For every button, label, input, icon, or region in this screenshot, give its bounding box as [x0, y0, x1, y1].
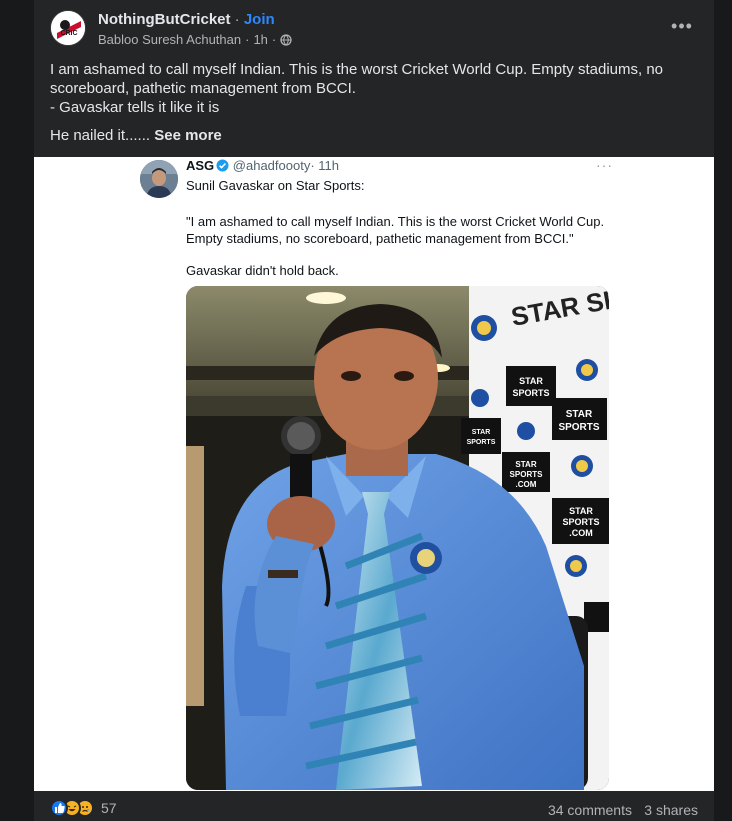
join-button[interactable]: Join: [244, 11, 275, 28]
post-text-line-1: I am ashamed to call myself Indian. This…: [50, 61, 664, 97]
reaction-count: 57: [101, 800, 117, 816]
post-text-line-2: - Gavaskar tells it like it is: [50, 99, 220, 116]
post-meta: Babloo Suresh Achuthan · 1h ·: [98, 32, 292, 47]
logo-d-line3: .COM: [516, 480, 537, 489]
post-footer: 57 34 comments 3 shares: [34, 791, 714, 821]
logo-b-line2: SPORTS: [467, 439, 496, 446]
tweet-line-1: Sunil Gavaskar on Star Sports:: [186, 178, 365, 193]
logo-a-line2: SPORTS: [512, 388, 549, 398]
post-text-line-3-wrap: He nailed it...... See more: [50, 126, 690, 145]
logo-e-line1: STAR: [569, 506, 593, 516]
logo-e-line2: SPORTS: [562, 517, 599, 527]
shares-link[interactable]: 3 shares: [644, 802, 698, 818]
like-icon: [50, 799, 68, 817]
post-body: I am ashamed to call myself Indian. This…: [50, 60, 690, 145]
meta-separator-2: ·: [271, 32, 277, 47]
globe-icon: [280, 33, 292, 46]
tweet-author-name: ASG: [186, 158, 215, 173]
post-time[interactable]: 1h: [253, 32, 267, 47]
avatar-logo-text: CRIC: [60, 30, 77, 37]
logo-e-line3: .COM: [569, 528, 593, 538]
logo-d-line1: STAR: [515, 460, 536, 469]
tweet-header: ASG @ahadfoooty· 11h: [186, 158, 339, 173]
see-more-button[interactable]: See more: [154, 127, 222, 144]
verified-icon: [216, 159, 229, 172]
tweet-handle: @ahadfoooty: [232, 158, 311, 173]
post-text-line-3: He nailed it......: [50, 127, 151, 144]
logo-c-line1: STAR: [566, 409, 593, 420]
more-options-button[interactable]: •••: [668, 16, 696, 40]
tweet-time: · 11h: [310, 158, 339, 173]
meta-separator: ·: [245, 32, 250, 47]
page-name-link[interactable]: NothingButCricket: [98, 11, 231, 28]
left-gutter: [0, 0, 34, 821]
reactions-summary[interactable]: 57: [50, 799, 117, 817]
tweet-more-icon: ···: [596, 157, 613, 173]
name-separator: ·: [230, 11, 244, 28]
post-header: CRIC NothingButCricket · Join Babloo Sur…: [34, 0, 714, 58]
tweet-quote: "I am ashamed to call myself Indian. Thi…: [186, 214, 605, 246]
tweet-photo: STAR SPO STAR SPORTS STAR SPORTS STAR SP…: [186, 286, 609, 790]
post-image[interactable]: ASG @ahadfoooty· 11h ··· Sunil Gavaskar …: [34, 157, 714, 791]
tweet-avatar: [140, 160, 178, 198]
author-name[interactable]: Babloo Suresh Achuthan: [98, 32, 241, 47]
logo-d-line2: SPORTS: [510, 470, 544, 479]
logo-a-line1: STAR: [519, 376, 543, 386]
right-gutter: [714, 0, 732, 821]
logo-c-line2: SPORTS: [558, 422, 599, 433]
page-name-line: NothingButCricket · Join: [98, 11, 275, 28]
logo-b-line1: STAR: [472, 429, 491, 436]
tweet-line-3: Gavaskar didn't hold back.: [186, 263, 339, 278]
page-avatar[interactable]: CRIC: [50, 10, 86, 46]
feed-post: CRIC NothingButCricket · Join Babloo Sur…: [34, 0, 714, 821]
comments-link[interactable]: 34 comments: [548, 802, 632, 818]
